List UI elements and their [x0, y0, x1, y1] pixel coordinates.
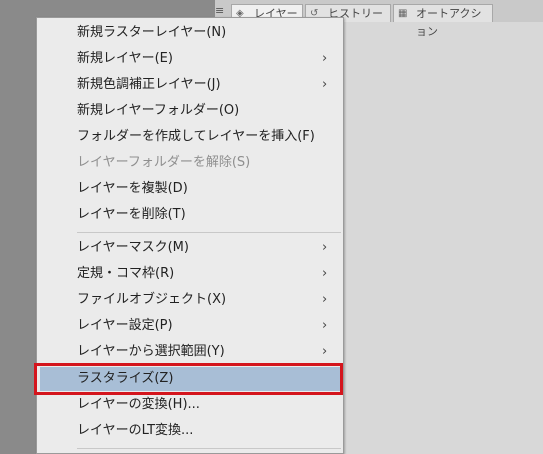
menu-item-label: 定規・コマ枠(R): [77, 266, 175, 281]
menu-item-label: 新規色調補正レイヤー(J): [77, 77, 221, 92]
menu-item-label: フォルダーを作成してレイヤーを挿入(F): [77, 129, 315, 144]
menu-item-release-folder: レイヤーフォルダーを解除(S): [40, 151, 340, 175]
chevron-right-icon: ›: [322, 318, 328, 333]
menu-separator: [77, 448, 341, 449]
menu-item-new-correction-layer[interactable]: 新規色調補正レイヤー(J) ›: [40, 73, 340, 97]
chevron-right-icon: ›: [322, 51, 328, 66]
menu-item-ruler-frame[interactable]: 定規・コマ枠(R) ›: [40, 262, 340, 286]
menu-item-label: レイヤーの変換(H)...: [77, 397, 200, 412]
menu-item-layer-settings[interactable]: レイヤー設定(P) ›: [40, 314, 340, 338]
menu-item-selection-from-layer[interactable]: レイヤーから選択範囲(Y) ›: [40, 340, 340, 364]
menu-item-label: レイヤーのLT変換...: [77, 423, 194, 438]
menu-item-label: 新規ラスターレイヤー(N): [77, 25, 227, 40]
menu-item-duplicate-layer[interactable]: レイヤーを複製(D): [40, 177, 340, 201]
chevron-right-icon: ›: [322, 266, 328, 281]
menu-item-label: 新規レイヤーフォルダー(O): [77, 103, 240, 118]
menu-separator: [77, 232, 341, 233]
menu-item-create-folder-insert[interactable]: フォルダーを作成してレイヤーを挿入(F): [40, 125, 340, 149]
menu-item-label: ファイルオブジェクト(X): [77, 292, 227, 307]
menu-item-label: ラスタライズ(Z): [77, 371, 174, 386]
menu-item-new-layer[interactable]: 新規レイヤー(E) ›: [40, 47, 340, 71]
menu-item-delete-layer[interactable]: レイヤーを削除(T): [40, 203, 340, 227]
chevron-right-icon: ›: [322, 292, 328, 307]
menu-item-new-layer-folder[interactable]: 新規レイヤーフォルダー(O): [40, 99, 340, 123]
menu-item-lt-conversion[interactable]: レイヤーのLT変換...: [40, 419, 340, 443]
menu-item-label: レイヤーを削除(T): [77, 207, 186, 222]
menu-item-layer-mask[interactable]: レイヤーマスク(M) ›: [40, 236, 340, 260]
menu-item-label: レイヤー設定(P): [77, 318, 173, 333]
tab-auto-action-label: オートアクション: [416, 7, 482, 38]
chevron-right-icon: ›: [322, 344, 328, 359]
menu-item-new-raster-layer[interactable]: 新規ラスターレイヤー(N): [40, 21, 340, 45]
menu-item-convert-layer[interactable]: レイヤーの変換(H)...: [40, 393, 340, 417]
menu-item-label: レイヤーを複製(D): [77, 181, 188, 196]
menu-item-label: 新規レイヤー(E): [77, 51, 173, 66]
menu-item-label: レイヤーマスク(M): [77, 240, 189, 255]
menu-item-file-object[interactable]: ファイルオブジェクト(X) ›: [40, 288, 340, 312]
panel-menu-icon[interactable]: ≡: [215, 5, 225, 17]
auto-action-icon: ▦: [398, 8, 408, 19]
menu-item-label: レイヤーから選択範囲(Y): [77, 344, 225, 359]
layer-context-menu: 新規ラスターレイヤー(N) 新規レイヤー(E) › 新規色調補正レイヤー(J) …: [36, 17, 344, 454]
tab-auto-action[interactable]: ▦ オートアクション: [393, 4, 493, 38]
chevron-right-icon: ›: [322, 77, 328, 92]
menu-item-label: レイヤーフォルダーを解除(S): [77, 155, 251, 170]
chevron-right-icon: ›: [322, 240, 328, 255]
menu-item-rasterize[interactable]: ラスタライズ(Z): [40, 367, 340, 391]
